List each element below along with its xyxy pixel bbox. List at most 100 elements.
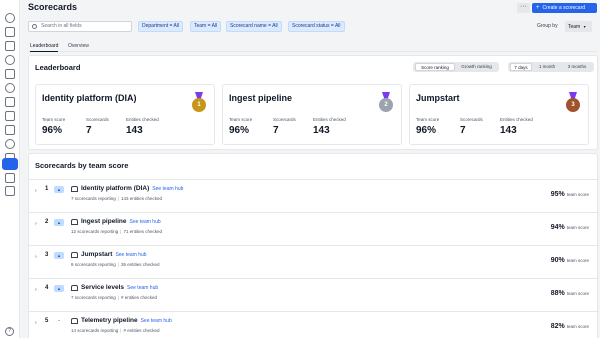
help-icon[interactable]: ?	[5, 327, 14, 336]
see-team-hub-link[interactable]: See team hub	[152, 186, 183, 192]
period-7-days[interactable]: 7 days	[510, 63, 532, 71]
period-1-month[interactable]: 1 month	[533, 63, 561, 71]
entities-checked: 143 entities checked	[120, 196, 162, 201]
score-value: 88%	[550, 290, 565, 297]
see-team-hub-link[interactable]: See team hub	[115, 252, 146, 258]
filter-scorecard-name[interactable]: Scorecard name = All	[226, 21, 282, 32]
search-input[interactable]: Search in all fields	[28, 21, 132, 32]
team-icon	[71, 219, 78, 225]
team-icon	[71, 318, 78, 324]
leaderboard-panel: Leaderboard Score ranking Growth ranking…	[28, 55, 598, 150]
layers-icon[interactable]	[5, 125, 15, 135]
trend-up-icon: ▲	[54, 219, 64, 226]
scorecards-label: Scorecards	[273, 117, 296, 122]
table-row[interactable]: › 5 - Telemetry pipeline See team hub 14 …	[29, 311, 599, 338]
row-score: 94% team score	[551, 224, 589, 231]
trend-flat-icon: -	[58, 318, 60, 324]
row-team-name: Identity platform (DIA) See team hub	[81, 185, 183, 192]
chevron-right-icon[interactable]: ›	[35, 287, 37, 293]
grid-icon[interactable]	[5, 41, 15, 51]
more-options-button[interactable]: ···	[517, 3, 530, 13]
table-row[interactable]: › 3 ▲ Jumpstart See team hub 8 scorecards…	[29, 245, 599, 278]
entities-checked: # entities checked	[123, 328, 160, 333]
row-team-name: Telemetry pipeline See team hub	[81, 317, 172, 324]
leaderboard-title: Leaderboard	[35, 63, 81, 72]
leader-card-name: Identity platform (DIA)	[42, 93, 137, 103]
team-name-text: Identity platform (DIA)	[81, 185, 150, 192]
team-score-label: Team score	[42, 117, 66, 122]
entities-value: 143	[313, 125, 330, 136]
see-team-hub-link[interactable]: See team hub	[141, 318, 172, 324]
score-ranking-option[interactable]: Score ranking	[415, 63, 455, 71]
see-team-hub-link[interactable]: See team hub	[127, 285, 158, 291]
group-by-select[interactable]: Team ▾	[565, 21, 592, 32]
row-subtitle: 8 scorecards reporting | 36 entities check…	[71, 262, 160, 267]
add-icon[interactable]	[5, 27, 15, 37]
team-icon	[71, 252, 78, 258]
rocket-icon[interactable]	[5, 173, 15, 183]
team-name-text: Service levels	[81, 284, 125, 291]
entities-value: 143	[126, 125, 143, 136]
tab-overview[interactable]: Overview	[68, 43, 89, 49]
panel-icon[interactable]	[5, 186, 15, 196]
filter-department[interactable]: Department = All	[138, 21, 184, 32]
globe-icon[interactable]	[5, 83, 15, 93]
team-score-value: 96%	[42, 125, 63, 136]
table-row[interactable]: › 4 ▲ Service levels See team hub 7 score…	[29, 278, 599, 311]
row-score: 90% team score	[551, 257, 589, 264]
team-score-title: Scorecards by team score	[35, 161, 129, 170]
row-team-name: Service levels See team hub	[81, 284, 158, 291]
team-icon	[71, 285, 78, 291]
score-value: 90%	[550, 257, 565, 264]
filter-scorecard-status[interactable]: Scorecard status = All	[288, 21, 345, 32]
row-subtitle: 7 scorecards reporting | 143 entities chec…	[71, 196, 162, 201]
scorecards-label: Scorecards	[86, 117, 109, 122]
see-team-hub-link[interactable]: See team hub	[130, 219, 161, 225]
gold-medal-icon: 1	[192, 92, 206, 112]
team-name-text: Jumpstart	[81, 251, 113, 258]
bell-icon[interactable]	[5, 139, 15, 149]
row-rank: 3	[45, 252, 49, 258]
plus-icon: +	[536, 5, 540, 11]
leader-card-3[interactable]: Jumpstart 3 Team score Scorecards Entiti…	[409, 84, 589, 145]
team-score-label: Team score	[416, 117, 440, 122]
growth-ranking-option[interactable]: Growth ranking	[456, 63, 497, 71]
entities-label: Entities checked	[126, 117, 159, 122]
team-name-text: Ingest pipeline	[81, 218, 127, 225]
scorecards-icon[interactable]	[2, 158, 18, 170]
score-unit: team score	[566, 225, 589, 230]
row-subtitle: 14 scorecards reporting | # entities check…	[71, 328, 160, 333]
entities-value: 143	[500, 125, 517, 136]
bronze-medal-icon: 3	[566, 92, 580, 112]
chevron-right-icon[interactable]: ›	[35, 254, 37, 260]
table-row[interactable]: › 1 ▲ Identity platform (DIA) See team hu…	[29, 179, 599, 212]
team-score-value: 96%	[416, 125, 437, 136]
scorecards-reporting: 8 scorecards reporting	[71, 262, 116, 267]
book-icon[interactable]	[5, 69, 15, 79]
history-icon[interactable]	[5, 55, 15, 65]
create-scorecard-button[interactable]: + Create a scorecard	[532, 3, 597, 13]
scorecards-value: 7	[460, 125, 466, 136]
search-icon	[32, 24, 37, 29]
score-unit: team score	[566, 192, 589, 197]
period-3-months[interactable]: 3 months	[562, 63, 592, 71]
table-row[interactable]: › 2 ▲ Ingest pipeline See team hub 12 sco…	[29, 212, 599, 245]
medal-rank: 1	[192, 98, 206, 112]
score-unit: team score	[566, 258, 589, 263]
entities-label: Entities checked	[313, 117, 346, 122]
row-score: 82% team score	[551, 323, 589, 330]
entities-checked: 36 entities checked	[120, 262, 160, 267]
score-unit: team score	[566, 324, 589, 329]
leader-card-2[interactable]: Ingest pipeline 2 Team score Scorecards …	[222, 84, 402, 145]
list-icon[interactable]	[5, 111, 15, 121]
chevron-right-icon[interactable]: ›	[35, 221, 37, 227]
row-score: 95% team score	[551, 191, 589, 198]
chevron-right-icon[interactable]: ›	[35, 320, 37, 326]
chevron-right-icon[interactable]: ›	[35, 188, 37, 194]
document-icon[interactable]	[5, 97, 15, 107]
leader-card-1[interactable]: Identity platform (DIA) 1 Team score Sco…	[35, 84, 215, 145]
filter-team[interactable]: Team = All	[190, 21, 222, 32]
tab-leaderboard[interactable]: Leaderboard	[30, 43, 59, 52]
page-title: Scorecards	[28, 2, 78, 12]
search-icon[interactable]	[5, 13, 15, 23]
